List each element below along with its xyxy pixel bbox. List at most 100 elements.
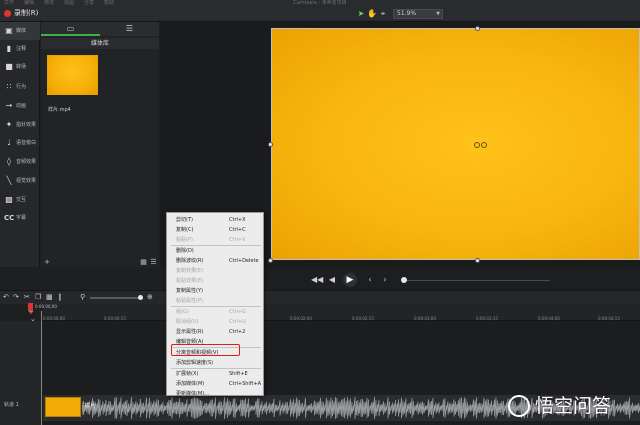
watermark-text: 悟空问答 [535,395,612,417]
context-menu-shortcut: Ctrl+G [229,309,246,315]
context-menu-shortcut: Ctrl+U [229,319,246,325]
cursor-effect-icon: ✦ [5,120,13,129]
context-menu-item: 复制效果(E) [167,266,265,276]
cut-icon[interactable]: ✂ [24,294,30,301]
animation-icon: → [5,101,13,110]
sidebar-item-label: 视觉效果 [16,178,37,184]
sidebar-item-cursor-effects[interactable]: ✦ 指针效果 [0,116,40,134]
sidebar-item-animations[interactable]: → 动画 [0,97,40,115]
context-menu-item: 取消组(U) Ctrl+U [167,317,265,327]
context-menu-item[interactable]: 剪切(T) Ctrl+X [167,215,265,225]
context-menu-item: 组(G) Ctrl+G [167,307,265,317]
frame-back-icon[interactable]: ◀ [326,275,338,285]
resize-handle[interactable] [268,258,273,263]
sidebar-item-captions[interactable]: CC 字幕 [0,209,40,227]
redo-icon[interactable]: ↷ [13,294,19,301]
context-menu-item-label: 添加媒体(M) [176,381,205,387]
sidebar-item-label: 音频效果 [16,159,37,165]
sidebar-item-label: 行为 [16,84,27,90]
transition-icon: ■ [5,62,13,71]
visual-effect-icon: ╲ [6,176,12,185]
sidebar-item-annotations[interactable]: ▮ 注释 [0,40,40,58]
split-icon[interactable]: ❙ [57,294,63,301]
context-menu-item[interactable]: 显示属性(R) Ctrl+2 [167,327,265,337]
interactive-icon: ▩ [5,195,13,204]
sidebar-item-audio-effects[interactable]: ◊ 音频效果 [0,153,40,171]
rotation-point-icon[interactable] [481,142,487,148]
list-view-icon[interactable]: ☰ [149,258,158,266]
copy-icon[interactable]: ❐ [35,294,41,301]
context-menu-item[interactable]: 更新媒体(M)... [167,389,265,399]
sidebar-item-label: 字幕 [16,215,27,221]
tool-sidebar: ▣ 媒体 ▮ 注释 ■ 转场 ∷ 行为 → 动画 ✦ 指针效果 ♩ 语音旁白 ◊… [0,22,40,267]
play-button[interactable]: ▶ [343,273,357,287]
context-menu-item-label: 显示属性(R) [176,329,204,335]
audio-effect-icon: ◊ [7,157,11,166]
add-media-button[interactable]: + [42,258,52,266]
zoom-out-icon[interactable]: ⚲ [80,294,85,301]
timeline-zoom-handle[interactable] [138,295,143,300]
highlight-box [171,344,240,356]
context-menu-item-label: 取消组(U) [176,319,199,325]
grid-view-icon[interactable]: ▦ [139,258,148,266]
timeline-zoom-slider[interactable] [90,297,142,299]
sidebar-item-label: 动画 [16,103,27,109]
resize-handle[interactable] [475,258,480,263]
zoom-value: 51.9% [397,10,417,17]
step-back-icon[interactable]: ◀◀ [311,275,323,285]
sidebar-item-media[interactable]: ▣ 媒体 [0,22,40,40]
scrub-bar[interactable] [405,280,550,281]
undo-icon[interactable]: ↶ [3,294,9,301]
paste-icon[interactable]: ▩ [46,294,53,301]
record-button[interactable]: 录制(R) [14,9,38,18]
context-menu-item[interactable]: 添加剪辑速度(S) [167,358,265,368]
track-header [0,321,42,425]
zoom-select[interactable]: 51.9% ▼ [393,9,443,19]
track-label: 轨道 1 [4,402,19,408]
previous-marker-icon[interactable]: ‹ [364,275,376,285]
sidebar-item-interactivity[interactable]: ▩ 交互 [0,191,40,209]
sidebar-item-transitions[interactable]: ■ 转场 [0,58,40,76]
scrub-handle[interactable] [401,277,407,283]
sidebar-item-behaviors[interactable]: ∷ 行为 [0,78,40,96]
media-bin-panel: ▭ ☰ 媒体库 样片.mp4 + ▦ ☰ [41,22,159,267]
tab-media-bin[interactable]: ▭ [41,22,100,36]
timeline-clip-thumbnail[interactable] [45,397,81,417]
annotation-icon: ▮ [6,44,12,53]
tab-library[interactable]: ☰ [100,22,159,36]
context-menu-item[interactable]: 扩展帧(X) Shift+E [167,369,265,379]
record-icon[interactable] [4,10,11,17]
context-menu-item[interactable]: 删除(D) [167,246,265,256]
crop-tool-icon[interactable]: ⌖ [378,9,388,19]
context-menu-item[interactable]: 删除波纹(R) Ctrl+Delete [167,256,265,266]
context-menu: 剪切(T) Ctrl+X 复制(C) Ctrl+C 粘贴(P) Ctrl+V 删除(D) 删除… [166,212,265,399]
sidebar-item-visual-effects[interactable]: ╲ 视觉效果 [0,172,40,190]
anchor-point-icon[interactable] [474,142,480,148]
context-menu-item: 粘贴属性(P) [167,296,265,306]
context-menu-item-label: 剪切(T) [176,217,193,223]
context-menu-item[interactable]: 添加媒体(M) Ctrl+Shift+A [167,379,265,389]
preview-canvas[interactable] [271,28,640,260]
context-menu-item[interactable]: 复制属性(Y) [167,286,265,296]
sidebar-item-voice-narration[interactable]: ♩ 语音旁白 [0,134,40,152]
media-clip-thumbnail[interactable] [47,55,98,95]
context-menu-item-label: 扩展帧(X) [176,371,199,377]
context-menu-item: 粘贴效果(E) [167,276,265,286]
microphone-icon: ♩ [7,138,11,147]
media-clip-label: 样片.mp4 [48,107,71,113]
playhead[interactable] [28,303,33,311]
sidebar-item-label: 交互 [16,197,27,203]
captions-icon: CC [4,214,15,222]
resize-handle[interactable] [268,142,273,147]
zoom-in-icon[interactable]: ⊕ [147,294,153,301]
resize-handle[interactable] [475,26,480,31]
context-menu-item[interactable]: 复制(C) Ctrl+C [167,225,265,235]
bin-title: 媒体库 [41,38,159,49]
next-marker-icon[interactable]: › [379,275,391,285]
context-menu-shortcut: Ctrl+V [229,237,246,243]
watermark: 悟空问答 [508,392,638,420]
context-menu-shortcut: Ctrl+C [229,227,246,233]
select-tool-icon[interactable]: ➤ [356,9,366,19]
context-menu-shortcut: Ctrl+Shift+A [229,381,262,387]
pan-tool-icon[interactable]: ✋ [367,9,377,19]
